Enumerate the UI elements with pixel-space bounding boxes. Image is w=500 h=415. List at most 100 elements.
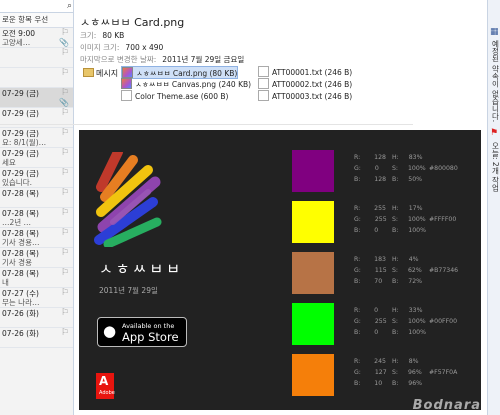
mail-date: 07-29 (금) xyxy=(2,129,39,138)
attachment-item[interactable]: ATT00002.txt (246 B) xyxy=(258,78,352,89)
hsb-values: H: 17% S: 100% B: 100% xyxy=(392,205,426,234)
swatch-b: 70 xyxy=(374,278,383,285)
flag-outline-icon[interactable]: ⚐ xyxy=(61,29,69,38)
file-icon xyxy=(258,90,269,101)
flag-outline-icon[interactable]: ⚐ xyxy=(61,129,69,138)
attachment-name: ATT00003.txt (246 B) xyxy=(272,92,353,101)
swatch-s: 62% xyxy=(407,267,422,274)
mail-list-item[interactable]: 07-28 (목) 기사 경용… ⚐ xyxy=(0,228,73,248)
adobe-logo: A Adobe xyxy=(96,373,115,399)
mail-list-item[interactable]: 07-29 (금) 요: 8/1(월)… ⚐ xyxy=(0,128,73,148)
swatch-b: 128 xyxy=(374,176,387,183)
sort-header[interactable]: 로운 항목 우선 xyxy=(0,13,73,28)
rgb-values: R: 245 G: 127 B: 10 xyxy=(354,358,387,387)
file-icon xyxy=(258,78,269,89)
file-icon xyxy=(121,90,132,101)
adobe-logo-mark: A xyxy=(99,374,109,388)
card-date: 2011년 7월 29일 xyxy=(99,286,158,295)
flag-outline-icon[interactable]: ⚐ xyxy=(61,109,69,118)
mail-items: 오전 9:00 고양세… ⚐ 📎 ⚐ ⚐ 07-29 (금) ⚐ 📎 07-29 (금) ⚐ 07-2… xyxy=(0,28,73,348)
mail-list-item[interactable]: 07-28 (목) 내 ⚐ xyxy=(0,268,73,288)
mail-list-item[interactable]: 07-29 (금) 세요 ⚐ xyxy=(0,148,73,168)
size-label: 크기: xyxy=(80,31,97,40)
attachment-item[interactable]: ATT00003.txt (246 B) xyxy=(258,90,352,101)
attachment-name: Color Theme.ase (600 B) xyxy=(135,92,229,101)
attachment-strip: 메시지 ㅅㅎㅆㅂㅂ Card.png (80 KB) ㅅㅎㅆㅂㅂ Canvas.p… xyxy=(80,64,480,112)
rgb-values: R: 255 G: 255 B: 0 xyxy=(354,205,387,234)
adobe-logo-text: Adobe xyxy=(99,390,115,396)
flag-outline-icon[interactable]: ⚐ xyxy=(61,89,69,98)
swatch-bv: 100% xyxy=(408,227,426,234)
swatch-h: 83% xyxy=(408,154,423,161)
task-flag-icon[interactable]: ⚑ xyxy=(490,128,498,138)
attachment-item[interactable]: ATT00001.txt (246 B) xyxy=(258,66,352,77)
mail-list-item[interactable]: 오전 9:00 고양세… ⚐ 📎 xyxy=(0,28,73,48)
calendar-icon[interactable]: ▦ xyxy=(490,27,499,37)
mail-list-item[interactable]: ⚐ xyxy=(0,48,73,68)
image-preview-area: ㅅㅎㅆㅂㅂ 2011년 7월 29일 ● Available on the Ap… xyxy=(74,125,487,415)
mail-list-item[interactable]: 07-26 (화) ⚐ xyxy=(0,328,73,348)
flag-outline-icon[interactable]: ⚐ xyxy=(61,309,69,318)
attachment-item[interactable]: Color Theme.ase (600 B) xyxy=(121,90,228,101)
flag-outline-icon[interactable]: ⚐ xyxy=(61,289,69,298)
search-icon[interactable]: ⌕ xyxy=(67,1,72,11)
mail-date: 07-28 (목) xyxy=(2,189,39,198)
mail-list-item[interactable]: 07-28 (목) 기사 경용 ⚐ xyxy=(0,248,73,268)
attachment-item[interactable]: ㅅㅎㅆㅂㅂ Canvas.png (240 KB) xyxy=(121,78,251,89)
swatch-g: 255 xyxy=(374,318,387,325)
mail-list-item[interactable]: 07-28 (목) ⚐ xyxy=(0,188,73,208)
rgb-values: R: 128 G: 0 B: 128 xyxy=(354,154,387,183)
flag-outline-icon[interactable]: ⚐ xyxy=(61,329,69,338)
mail-list-item[interactable]: 07-27 (수) 무는 나라… ⚐ xyxy=(0,288,73,308)
attachment-icon: 📎 xyxy=(59,98,69,107)
message-tab[interactable]: 메시지 xyxy=(83,68,118,79)
mail-date: 07-28 (목) xyxy=(2,209,39,218)
color-swatch xyxy=(292,354,334,396)
flag-outline-icon[interactable]: ⚐ xyxy=(61,169,69,178)
flag-outline-icon[interactable]: ⚐ xyxy=(61,209,69,218)
mail-list-item[interactable]: 07-29 (금) 있습니다. ⚐ xyxy=(0,168,73,188)
message-tab-label: 메시지 xyxy=(96,69,119,78)
watermark: Bodnara xyxy=(412,398,481,413)
mail-snippet: 요: 8/1(월)… xyxy=(2,138,47,147)
mail-date: 07-28 (목) xyxy=(2,229,39,238)
mail-date: 07-26 (화) xyxy=(2,309,39,318)
size-value: 80 KB xyxy=(102,31,125,40)
flag-outline-icon[interactable]: ⚐ xyxy=(61,69,69,78)
swatch-bv: 96% xyxy=(408,380,423,387)
mail-list-item[interactable]: 07-29 (금) ⚐ xyxy=(0,108,73,128)
apple-logo-icon: ● xyxy=(103,322,117,340)
file-icon xyxy=(258,66,269,77)
flag-outline-icon[interactable]: ⚐ xyxy=(61,229,69,238)
swatch-b: 0 xyxy=(374,227,379,234)
swatch-h: 8% xyxy=(408,358,419,365)
flag-outline-icon[interactable]: ⚐ xyxy=(61,49,69,58)
swatch-hex: #800080 xyxy=(429,165,458,172)
attachment-title: ㅅㅎㅆㅂㅂ Card.png xyxy=(80,16,185,29)
attachment-name: ㅅㅎㅆㅂㅂ Card.png (80 KB) xyxy=(136,69,238,78)
flag-outline-icon[interactable]: ⚐ xyxy=(61,249,69,258)
color-swatch xyxy=(292,303,334,345)
flag-outline-icon[interactable]: ⚐ xyxy=(61,149,69,158)
mail-date: 07-29 (금) xyxy=(2,89,39,98)
color-swatch xyxy=(292,252,334,294)
brand-wordmark: ㅅㅎㅆㅂㅂ xyxy=(99,260,184,278)
swatch-g: 0 xyxy=(374,165,379,172)
mail-list-item[interactable]: 07-26 (화) ⚐ xyxy=(0,308,73,328)
mail-snippet: 기사 경용 xyxy=(2,258,32,267)
search-box[interactable]: ⌕ xyxy=(0,0,73,13)
swatch-h: 33% xyxy=(408,307,423,314)
mail-snippet: 있습니다. xyxy=(2,178,32,187)
mail-list-item[interactable]: 07-28 (목) …2년 … ⚐ xyxy=(0,208,73,228)
dims-label: 이미지 크기: xyxy=(80,43,120,52)
mail-list-item[interactable]: ⚐ xyxy=(0,68,73,88)
flag-outline-icon[interactable]: ⚐ xyxy=(61,269,69,278)
mail-list-item[interactable]: 07-29 (금) ⚐ 📎 xyxy=(0,88,73,108)
swatch-hex: #00FF00 xyxy=(429,318,458,325)
swatch-r: 0 xyxy=(374,307,379,314)
flag-outline-icon[interactable]: ⚐ xyxy=(61,189,69,198)
size-row: 크기: 80 KB xyxy=(80,30,124,41)
mail-date: 07-28 (목) xyxy=(2,269,39,278)
attachment-icon: 📎 xyxy=(59,38,69,47)
swatch-r: 255 xyxy=(374,205,386,212)
